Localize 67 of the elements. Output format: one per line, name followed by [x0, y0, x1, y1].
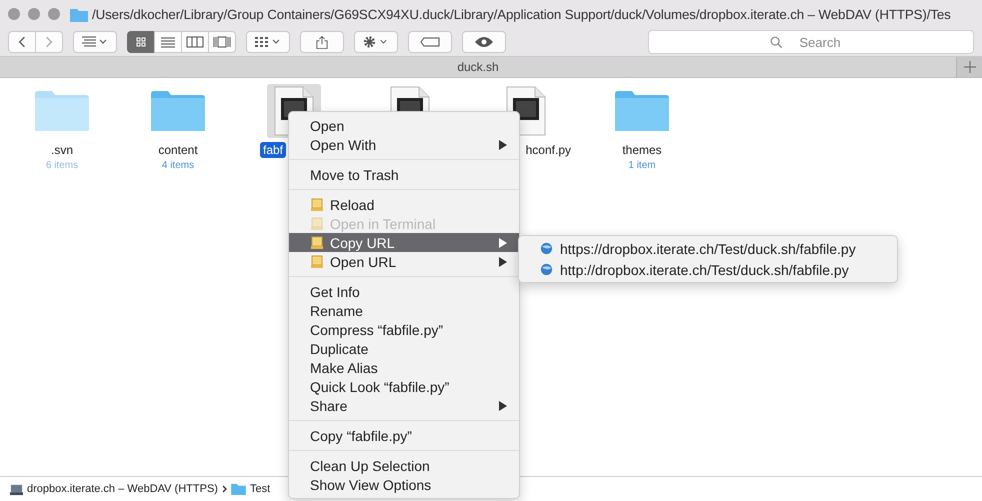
tag-button[interactable] — [408, 31, 452, 53]
quick-look-button[interactable] — [462, 31, 506, 53]
list-view-button[interactable] — [154, 31, 182, 53]
globe-icon — [540, 242, 553, 255]
folder-icon — [70, 6, 88, 22]
menu-item[interactable]: Make Alias — [289, 358, 519, 377]
group-dropdown[interactable] — [246, 31, 290, 53]
settings-icon — [363, 35, 389, 49]
file-name[interactable]: fabf — [260, 142, 286, 158]
file-name[interactable]: hconf.py — [522, 142, 574, 158]
gallery-view-icon — [213, 36, 231, 48]
search-icon — [770, 36, 783, 49]
item-count: 6 items — [46, 160, 78, 171]
file-name[interactable]: content — [155, 142, 201, 158]
menu-item[interactable]: Share — [289, 396, 519, 415]
list-view-icon — [159, 36, 177, 48]
drive-icon — [310, 216, 324, 230]
back-icon — [18, 36, 26, 48]
list-caret-icon — [82, 36, 108, 48]
folder-icon — [230, 483, 246, 495]
menu-item[interactable]: Move to Trash — [289, 165, 519, 184]
menu-item[interactable]: Copy “fabfile.py” — [289, 426, 519, 445]
window-title: /Users/dkocher/Library/Group Containers/G69SCX94XU.duck/Library/Application Support/duck/Volumes/dropbox.iterate.ch – WebDAV (HTTPS)/Tes — [92, 6, 951, 22]
drive-icon — [310, 198, 324, 212]
menu-item[interactable]: Rename — [289, 301, 519, 320]
path-item[interactable]: dropbox.iterate.ch – WebDAV (HTTPS) — [10, 482, 218, 496]
menu-item[interactable]: Clean Up Selection — [289, 456, 519, 475]
menu-item[interactable]: http://dropbox.iterate.ch/Test/duck.sh/fabfile.py — [519, 259, 897, 280]
item-count: 1 item — [628, 160, 656, 171]
share-button[interactable] — [300, 31, 344, 53]
menu-item[interactable]: Show View Options — [289, 475, 519, 494]
menu-item[interactable]: Quick Look “fabfile.py” — [289, 377, 519, 396]
plus-icon — [964, 61, 976, 73]
search-field[interactable]: Search — [648, 30, 974, 54]
new-tab-button[interactable] — [956, 57, 982, 77]
menu-item[interactable]: Get Info — [289, 282, 519, 301]
drive-icon — [310, 254, 324, 268]
menu-item[interactable]: Open With — [289, 135, 519, 154]
submenu-arrow-icon — [499, 140, 507, 150]
path-item[interactable]: Test — [230, 483, 270, 495]
gallery-view-button[interactable] — [208, 31, 236, 53]
forward-icon — [45, 36, 53, 48]
drive-icon — [310, 236, 324, 250]
arrange-dropdown[interactable] — [73, 31, 117, 53]
drive-icon — [10, 482, 23, 496]
menu-item[interactable]: Duplicate — [289, 339, 519, 358]
back-button[interactable] — [8, 31, 36, 53]
menu-item[interactable]: https://dropbox.iterate.ch/Test/duck.sh/fabfile.py — [519, 238, 897, 259]
menu-item[interactable]: Copy URL — [289, 233, 519, 252]
tag-icon — [420, 37, 440, 47]
submenu-arrow-icon — [499, 400, 507, 410]
grid-caret-icon — [255, 36, 281, 48]
file-name[interactable]: .svn — [48, 142, 76, 158]
share-icon — [316, 34, 328, 50]
item-count: 4 items — [162, 160, 194, 171]
menu-item[interactable]: Reload — [289, 195, 519, 214]
columns-view-icon — [186, 36, 204, 48]
settings-dropdown[interactable] — [354, 31, 398, 53]
eye-icon — [474, 36, 494, 48]
icons-view-button[interactable] — [127, 31, 155, 53]
chevron-icon — [222, 485, 227, 493]
file-name[interactable]: themes — [619, 142, 665, 158]
globe-icon — [540, 263, 553, 276]
columns-view-button[interactable] — [181, 31, 209, 53]
menu-item[interactable]: Open — [289, 116, 519, 135]
menu-item[interactable]: Open URL — [289, 252, 519, 271]
menu-item[interactable]: Compress “fabfile.py” — [289, 320, 519, 339]
